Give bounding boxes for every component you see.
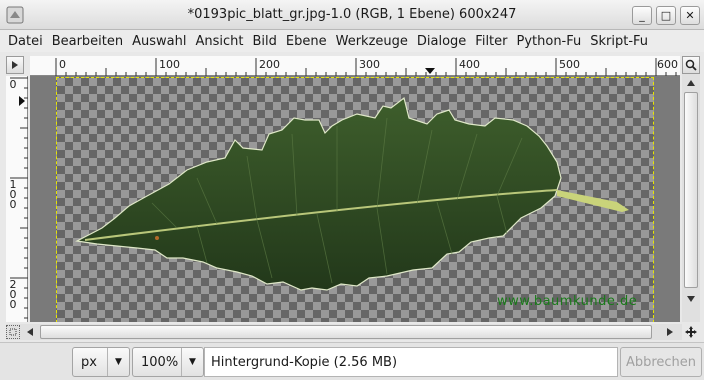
ruler-label: 0 <box>9 78 17 91</box>
image-canvas[interactable]: www.baumkunde.de <box>30 76 680 322</box>
menu-skript-fu[interactable]: Skript-Fu <box>590 34 648 49</box>
status-info: Hintergrund-Kopie (2.56 MB) <box>204 347 618 377</box>
scroll-right-arrow[interactable] <box>662 325 678 339</box>
menu-auswahl[interactable]: Auswahl <box>132 34 186 49</box>
vertical-ruler[interactable]: 0 100 200 <box>6 76 28 322</box>
title-bar: *0193pic_blatt_gr.jpg-1.0 (RGB, 1 Ebene)… <box>0 0 704 30</box>
ruler-label: 0 <box>59 58 66 71</box>
arrow-up-icon <box>687 80 695 86</box>
menu-filter[interactable]: Filter <box>475 34 507 49</box>
close-button[interactable]: ✕ <box>680 6 700 25</box>
scroll-down-arrow[interactable] <box>683 292 699 306</box>
move-navigate-button[interactable] <box>683 325 699 339</box>
image-layer[interactable]: www.baumkunde.de <box>56 77 654 322</box>
vertical-scroll-thumb[interactable] <box>684 92 698 288</box>
menu-python-fu[interactable]: Python-Fu <box>517 34 582 49</box>
minimize-icon: _ <box>639 9 645 22</box>
ruler-label: 400 <box>459 58 480 71</box>
scroll-up-arrow[interactable] <box>683 76 699 90</box>
close-icon: ✕ <box>685 9 695 22</box>
menu-ebene[interactable]: Ebene <box>286 34 327 49</box>
scroll-left-arrow[interactable] <box>22 325 38 339</box>
chevron-down-icon: ▼ <box>107 348 129 376</box>
zoom-selector[interactable]: 100% ▼ <box>132 347 204 377</box>
chevron-down-icon: ▼ <box>181 348 203 376</box>
menu-bild[interactable]: Bild <box>253 34 277 49</box>
window-title: *0193pic_blatt_gr.jpg-1.0 (RGB, 1 Ebene)… <box>187 7 517 22</box>
dotted-square-icon <box>9 328 17 336</box>
ruler-label: 100 <box>159 58 180 71</box>
arrow-right-icon <box>667 328 673 336</box>
minimize-button[interactable]: _ <box>632 6 652 25</box>
menu-bar: Datei Bearbeiten Auswahl Ansicht Bild Eb… <box>0 30 704 52</box>
arrow-right-icon <box>12 61 18 69</box>
watermark-text: www.baumkunde.de <box>497 294 638 309</box>
unit-value: px <box>81 354 97 370</box>
horizontal-scroll-thumb[interactable] <box>40 325 652 339</box>
ruler-label: 600 <box>657 58 678 71</box>
menu-datei[interactable]: Datei <box>8 34 43 49</box>
status-bar: px ▼ 100% ▼ Hintergrund-Kopie (2.56 MB) … <box>0 342 704 380</box>
arrow-down-icon <box>687 296 695 302</box>
ruler-ticks <box>55 58 677 76</box>
ruler-label: 500 <box>559 58 580 71</box>
navigate-button[interactable] <box>682 56 700 74</box>
ruler-label: 100 <box>9 178 17 211</box>
magnifier-icon <box>685 59 697 71</box>
quick-menu-button[interactable] <box>6 56 24 74</box>
menu-werkzeuge[interactable]: Werkzeuge <box>336 34 408 49</box>
maximize-button[interactable]: □ <box>656 6 676 25</box>
unit-selector[interactable]: px ▼ <box>72 347 130 377</box>
ruler-label: 200 <box>9 278 17 311</box>
quick-mask-toggle[interactable] <box>6 325 20 339</box>
menu-ansicht[interactable]: Ansicht <box>195 34 243 49</box>
ruler-label: 200 <box>259 58 280 71</box>
leaf-image <box>75 96 629 291</box>
cancel-button[interactable]: Abbrechen <box>620 347 702 377</box>
menu-dialoge[interactable]: Dialoge <box>417 34 466 49</box>
arrow-left-icon <box>27 328 33 336</box>
zoom-value: 100% <box>141 354 179 370</box>
horizontal-ruler[interactable]: 0 100 200 300 400 500 600 <box>30 56 680 76</box>
ruler-label: 300 <box>359 58 380 71</box>
move-cross-icon <box>685 326 697 338</box>
maximize-icon: □ <box>660 9 672 22</box>
menu-bearbeiten[interactable]: Bearbeiten <box>52 34 123 49</box>
